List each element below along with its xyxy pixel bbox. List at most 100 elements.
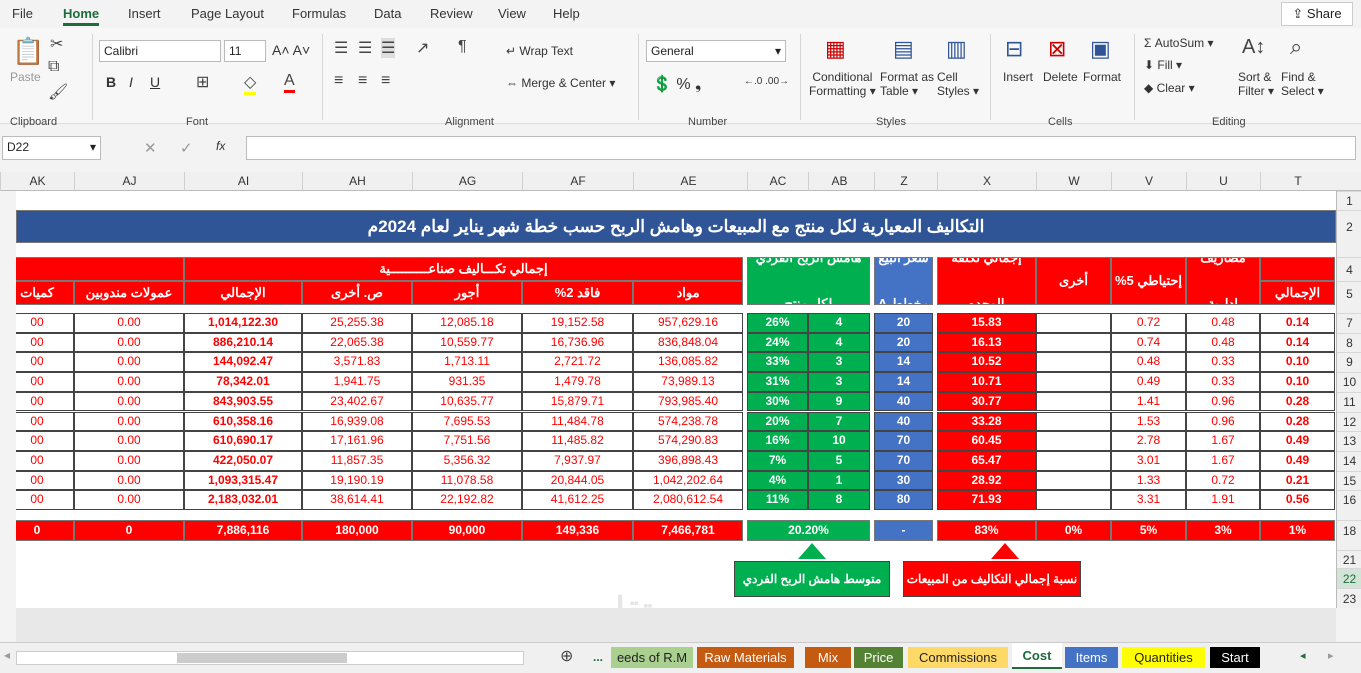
menu-data[interactable]: Data <box>374 6 401 21</box>
sheet-tab-mix[interactable]: Mix <box>805 647 851 668</box>
sheet-tab-items[interactable]: Items <box>1065 647 1118 668</box>
align-left-icon[interactable]: ≡ <box>334 72 343 90</box>
column-header-X[interactable]: X <box>937 172 1036 191</box>
insert-cells-icon[interactable]: ⊟ <box>1005 36 1023 62</box>
row-header-23[interactable]: 23 <box>1337 588 1361 608</box>
sheet-tab-cost[interactable]: Cost <box>1012 643 1062 669</box>
row-header-21[interactable]: 21 <box>1337 550 1361 568</box>
scrollbar-thumb[interactable] <box>177 653 347 663</box>
menu-help[interactable]: Help <box>553 6 580 21</box>
row-header-8[interactable]: 8 <box>1337 332 1361 353</box>
wrap-text-button[interactable]: ↵ Wrap Text <box>506 44 573 58</box>
font-color-icon[interactable]: A <box>284 72 295 93</box>
conditional-formatting-icon[interactable]: ▦ <box>825 36 846 62</box>
worksheet-grid[interactable]: التكاليف المعيارية لكل منتج مع المبيعات … <box>16 191 1336 608</box>
column-header-AI[interactable]: AI <box>184 172 302 191</box>
sheet-tab-start[interactable]: Start <box>1210 647 1260 668</box>
delete-cells-icon[interactable]: ⊠ <box>1048 36 1066 62</box>
menu-view[interactable]: View <box>498 6 526 21</box>
cancel-icon[interactable]: ✕ <box>144 139 157 157</box>
menu-formulas[interactable]: Formulas <box>292 6 346 21</box>
fill-color-icon[interactable]: ◇ <box>244 72 257 95</box>
more-sheets[interactable]: ... <box>593 650 603 664</box>
formula-input[interactable] <box>246 136 1356 160</box>
number-format-select[interactable]: General ▾ <box>646 40 786 62</box>
paste-icon[interactable]: 📋 <box>12 36 44 67</box>
prev-sheet-icon[interactable]: ◂ <box>1300 649 1306 662</box>
row-header-9[interactable]: 9 <box>1337 352 1361 372</box>
sheet-tab-quantities[interactable]: Quantities <box>1122 647 1205 668</box>
italic-button[interactable]: I <box>129 74 133 90</box>
insert-cells-button[interactable]: Insert <box>1003 70 1033 84</box>
horizontal-scrollbar[interactable] <box>16 651 524 665</box>
column-header-AC[interactable]: AC <box>747 172 808 191</box>
column-header-AK[interactable]: AK <box>0 172 74 191</box>
enter-icon[interactable]: ✓ <box>180 139 193 157</box>
merge-center-button[interactable]: ⇔ Merge & Center ▾ <box>506 76 615 90</box>
cell-styles-button[interactable]: Cell Styles ▾ <box>937 70 979 98</box>
row-header-4[interactable]: 4 <box>1337 257 1361 281</box>
column-header-V[interactable]: V <box>1111 172 1186 191</box>
currency-icon[interactable]: 💲 % ❟ <box>652 74 701 94</box>
menu-insert[interactable]: Insert <box>128 6 161 21</box>
scroll-left-icon[interactable]: ◂ <box>4 648 10 662</box>
column-header-AG[interactable]: AG <box>412 172 522 191</box>
align-center-icon[interactable]: ≡ <box>358 72 367 90</box>
row-header-22[interactable]: 22 <box>1337 568 1361 588</box>
delete-cells-button[interactable]: Delete <box>1043 70 1078 84</box>
rtl-icon[interactable]: ¶ <box>458 38 467 56</box>
sheet-tab-eeds-of-r-m[interactable]: eeds of R.M <box>611 647 693 668</box>
menu-home[interactable]: Home <box>63 6 100 26</box>
format-as-table-icon[interactable]: ▤ <box>893 36 914 62</box>
align-top-icon[interactable]: ☰ <box>334 38 348 58</box>
bold-button[interactable]: B <box>106 74 116 90</box>
paste-button[interactable]: Paste <box>10 70 41 84</box>
name-box[interactable]: D22 ▾ <box>2 136 101 160</box>
align-middle-icon[interactable]: ☰ <box>358 38 372 58</box>
menu-file[interactable]: File <box>12 6 33 21</box>
sort-filter-button[interactable]: Sort & Filter ▾ <box>1238 70 1274 98</box>
orientation-icon[interactable]: ↗ <box>416 38 429 58</box>
autosum-button[interactable]: Σ AutoSum ▾ <box>1144 36 1213 50</box>
font-name-select[interactable]: Calibri <box>99 40 221 62</box>
menu-review[interactable]: Review <box>430 6 473 21</box>
column-header-AB[interactable]: AB <box>808 172 870 191</box>
share-button[interactable]: ⇪ Share <box>1281 2 1353 26</box>
row-header-15[interactable]: 15 <box>1337 470 1361 491</box>
format-painter-icon[interactable]: 🖌 <box>48 82 68 102</box>
copy-icon[interactable]: ⧉ <box>48 58 59 76</box>
align-right-icon[interactable]: ≡ <box>381 72 390 90</box>
cell-styles-icon[interactable]: ▥ <box>946 36 967 62</box>
underline-button[interactable]: U <box>150 74 160 90</box>
find-select-icon[interactable]: ⌕ <box>1290 34 1302 60</box>
font-size-select[interactable]: 11 <box>224 40 266 62</box>
sheet-tab-price[interactable]: Price <box>854 647 903 668</box>
clear-button[interactable]: ◆ Clear ▾ <box>1144 81 1195 95</box>
format-cells-icon[interactable]: ▣ <box>1090 36 1111 62</box>
menu-page-layout[interactable]: Page Layout <box>191 6 264 21</box>
column-header-AE[interactable]: AE <box>633 172 743 191</box>
row-header-16[interactable]: 16 <box>1337 490 1361 510</box>
find-select-button[interactable]: Find & Select ▾ <box>1281 70 1324 98</box>
cut-icon[interactable]: ✂ <box>50 34 63 54</box>
fill-button[interactable]: ⬇ Fill ▾ <box>1144 58 1182 72</box>
row-header-14[interactable]: 14 <box>1337 450 1361 471</box>
row-header-7[interactable]: 7 <box>1337 313 1361 333</box>
row-header-10[interactable]: 10 <box>1337 372 1361 392</box>
row-header-11[interactable]: 11 <box>1337 391 1361 412</box>
insert-function-icon[interactable]: fx <box>216 139 225 153</box>
row-header-2[interactable]: 2 <box>1337 210 1361 243</box>
column-header-AF[interactable]: AF <box>522 172 633 191</box>
font-grow-icon[interactable]: A˄ A˅ <box>272 42 310 58</box>
decimal-icons[interactable]: ←.0 .00→ <box>744 76 789 87</box>
row-header-5[interactable]: 5 <box>1337 281 1361 305</box>
next-sheet-icon[interactable]: ▸ <box>1328 649 1334 662</box>
row-header-12[interactable]: 12 <box>1337 411 1361 432</box>
add-sheet-icon[interactable]: ⊕ <box>560 646 573 666</box>
sort-filter-icon[interactable]: A↕ <box>1242 36 1265 59</box>
column-header-U[interactable]: U <box>1186 172 1260 191</box>
sheet-tab-commissions[interactable]: Commissions <box>908 647 1008 668</box>
column-header-Z[interactable]: Z <box>874 172 933 191</box>
row-header-1[interactable]: 1 <box>1337 191 1361 210</box>
row-header-18[interactable]: 18 <box>1337 520 1361 541</box>
